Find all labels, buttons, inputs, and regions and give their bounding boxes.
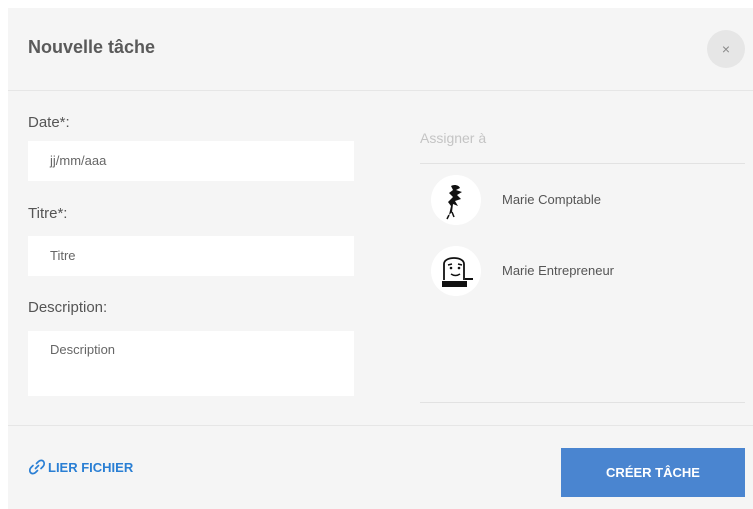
new-task-dialog: Nouvelle tâche × Date*: jj/mm/aaa Titre*… [8, 8, 753, 509]
date-label: Date*: [28, 114, 70, 131]
assign-divider-top [420, 163, 745, 164]
assign-divider-bottom [420, 402, 745, 403]
description-placeholder: Description [50, 342, 116, 357]
date-placeholder: jj/mm/aaa [50, 153, 107, 168]
assign-title: Assigner à [420, 130, 487, 146]
assignee-item-marie-entrepreneur[interactable]: Marie Entrepreneur [431, 246, 651, 296]
date-input[interactable]: jj/mm/aaa [28, 141, 354, 181]
description-label: Description: [28, 299, 108, 316]
close-button[interactable]: × [707, 30, 745, 68]
create-task-button[interactable]: CRÉER TÂCHE [561, 448, 745, 497]
assignee-name: Marie Entrepreneur [502, 263, 614, 278]
dancing-figure-avatar-icon [431, 175, 481, 225]
close-icon: × [721, 41, 731, 57]
assignee-name: Marie Comptable [502, 192, 601, 207]
titre-placeholder: Titre [50, 248, 76, 263]
dialog-title: Nouvelle tâche [28, 37, 156, 57]
cartoon-face-avatar-icon [431, 246, 481, 296]
titre-input[interactable]: Titre [28, 236, 354, 276]
assignee-item-marie-comptable[interactable]: Marie Comptable [431, 175, 651, 225]
link-icon [28, 459, 46, 475]
footer-divider [8, 425, 753, 426]
dialog-header: Nouvelle tâche × [8, 8, 753, 91]
titre-label: Titre*: [28, 205, 68, 222]
description-textarea[interactable]: Description [28, 331, 354, 396]
link-file-label: LIER FICHIER [48, 460, 134, 475]
